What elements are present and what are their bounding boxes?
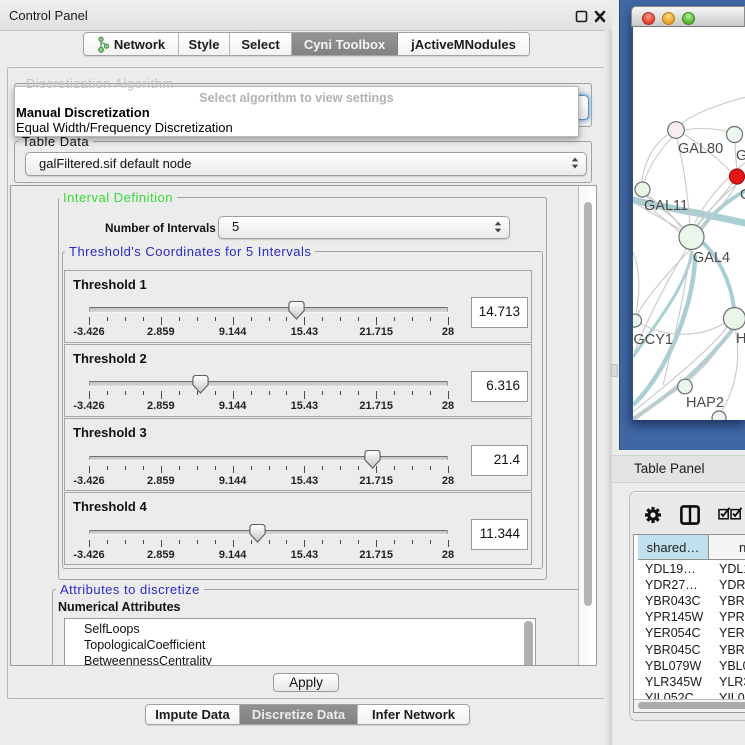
svg-text:GA: GA [736,148,745,164]
svg-text:GAL11: GAL11 [644,198,688,214]
svg-text:GAL4: GAL4 [693,250,730,266]
svg-text:H: H [736,331,745,347]
svg-text:HAP2: HAP2 [686,395,724,411]
svg-text:G: G [740,187,745,203]
svg-text:GCY1: GCY1 [634,332,674,348]
svg-text:GAL80: GAL80 [678,141,723,157]
